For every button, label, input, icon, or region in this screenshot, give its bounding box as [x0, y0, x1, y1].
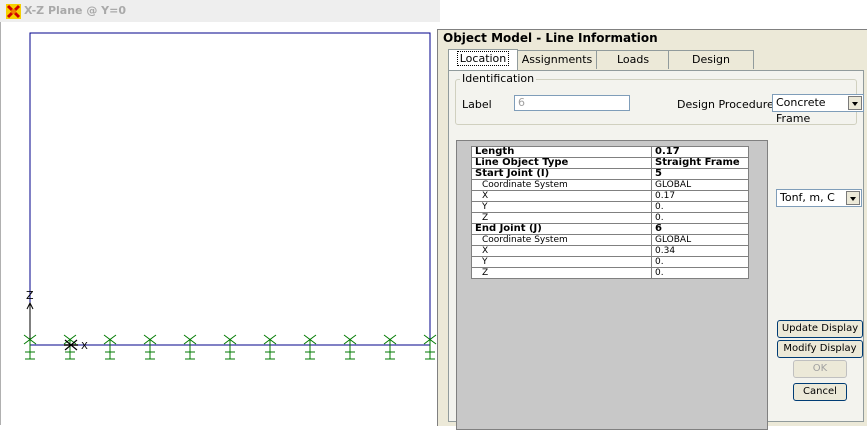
property-key: X	[471, 190, 652, 202]
property-row: X 0.17	[471, 190, 749, 202]
modify-display-button[interactable]: Modify Display	[777, 340, 863, 358]
property-key: Y	[471, 201, 652, 213]
support-icon	[143, 334, 157, 360]
axis-z-label: Z	[26, 289, 34, 302]
support-icon	[383, 334, 397, 360]
property-key: Coordinate System	[471, 179, 652, 191]
property-value: 0.17	[651, 146, 749, 158]
support-icon	[343, 334, 357, 360]
model-canvas[interactable]: Z X	[0, 22, 441, 425]
tab-loads[interactable]: Loads	[596, 50, 670, 69]
property-value: 0.	[651, 267, 749, 279]
property-key: Start Joint (I)	[471, 168, 652, 180]
property-key: Z	[471, 212, 652, 224]
property-row: Coordinate System GLOBAL	[471, 179, 749, 191]
axis-x-label: X	[81, 341, 88, 352]
property-row: Length 0.17	[471, 146, 749, 158]
identification-caption: Identification	[460, 72, 537, 85]
property-row: Start Joint (I) 5	[471, 168, 749, 180]
properties-table: Length 0.17 Line Object Type Straight Frame…	[471, 146, 749, 279]
property-key: Coordinate System	[471, 234, 652, 246]
property-row: End Joint (J) 6	[471, 223, 749, 235]
support-icon	[263, 334, 277, 360]
support-icon	[183, 334, 197, 360]
tab-design[interactable]: Design	[668, 50, 754, 69]
property-key: Length	[471, 146, 652, 158]
property-value: 0.	[651, 256, 749, 268]
property-value: 6	[651, 223, 749, 235]
property-row: Y 0.	[471, 256, 749, 268]
line-information-dialog: Object Model - Line Information Location…	[437, 29, 867, 430]
property-key: Z	[471, 267, 652, 279]
units-select[interactable]: Tonf, m, C	[776, 189, 862, 207]
property-value: GLOBAL	[651, 179, 749, 191]
tab-assignments[interactable]: Assignments	[516, 50, 598, 69]
identification-group: Identification Label 6 Design Procedure …	[455, 72, 864, 125]
viewport-title-bar: X-Z Plane @ Y=0	[0, 0, 440, 23]
label-field[interactable]: 6	[514, 95, 630, 111]
label-caption: Label	[462, 98, 492, 111]
design-procedure-select[interactable]: Concrete Frame	[772, 94, 864, 125]
design-procedure-value: Concrete Frame	[776, 96, 826, 125]
tab-location[interactable]: Location	[448, 49, 518, 70]
cancel-button[interactable]: Cancel	[793, 383, 847, 401]
property-row: X 0.34	[471, 245, 749, 257]
property-key: End Joint (J)	[471, 223, 652, 235]
update-display-button[interactable]: Update Display	[777, 320, 863, 338]
support-icon	[223, 334, 237, 360]
property-value: Straight Frame	[651, 157, 749, 169]
property-key: Line Object Type	[471, 157, 652, 169]
ok-button[interactable]: OK	[793, 360, 847, 378]
support-icon	[103, 334, 117, 360]
property-value: 0.	[651, 212, 749, 224]
viewport-title: X-Z Plane @ Y=0	[24, 4, 126, 17]
support-icon	[303, 334, 317, 360]
design-procedure-caption: Design Procedure	[677, 98, 774, 111]
property-key: Y	[471, 256, 652, 268]
property-value: 5	[651, 168, 749, 180]
property-value: GLOBAL	[651, 234, 749, 246]
app-logo-icon	[6, 4, 21, 19]
dialog-title: Object Model - Line Information	[438, 30, 867, 48]
property-row: Z 0.	[471, 267, 749, 279]
property-row: Z 0.	[471, 212, 749, 224]
chevron-down-icon[interactable]	[846, 191, 860, 205]
property-row: Y 0.	[471, 201, 749, 213]
properties-panel: Length 0.17 Line Object Type Straight Frame…	[456, 140, 768, 430]
chevron-down-icon[interactable]	[848, 96, 862, 110]
selected-joint-marker	[64, 339, 78, 351]
property-value: 0.	[651, 201, 749, 213]
frame-outline	[29, 32, 431, 345]
units-value: Tonf, m, C	[780, 191, 835, 204]
property-value: 0.17	[651, 190, 749, 202]
property-row: Coordinate System GLOBAL	[471, 234, 749, 246]
property-row: Line Object Type Straight Frame	[471, 157, 749, 169]
property-key: X	[471, 245, 652, 257]
property-value: 0.34	[651, 245, 749, 257]
